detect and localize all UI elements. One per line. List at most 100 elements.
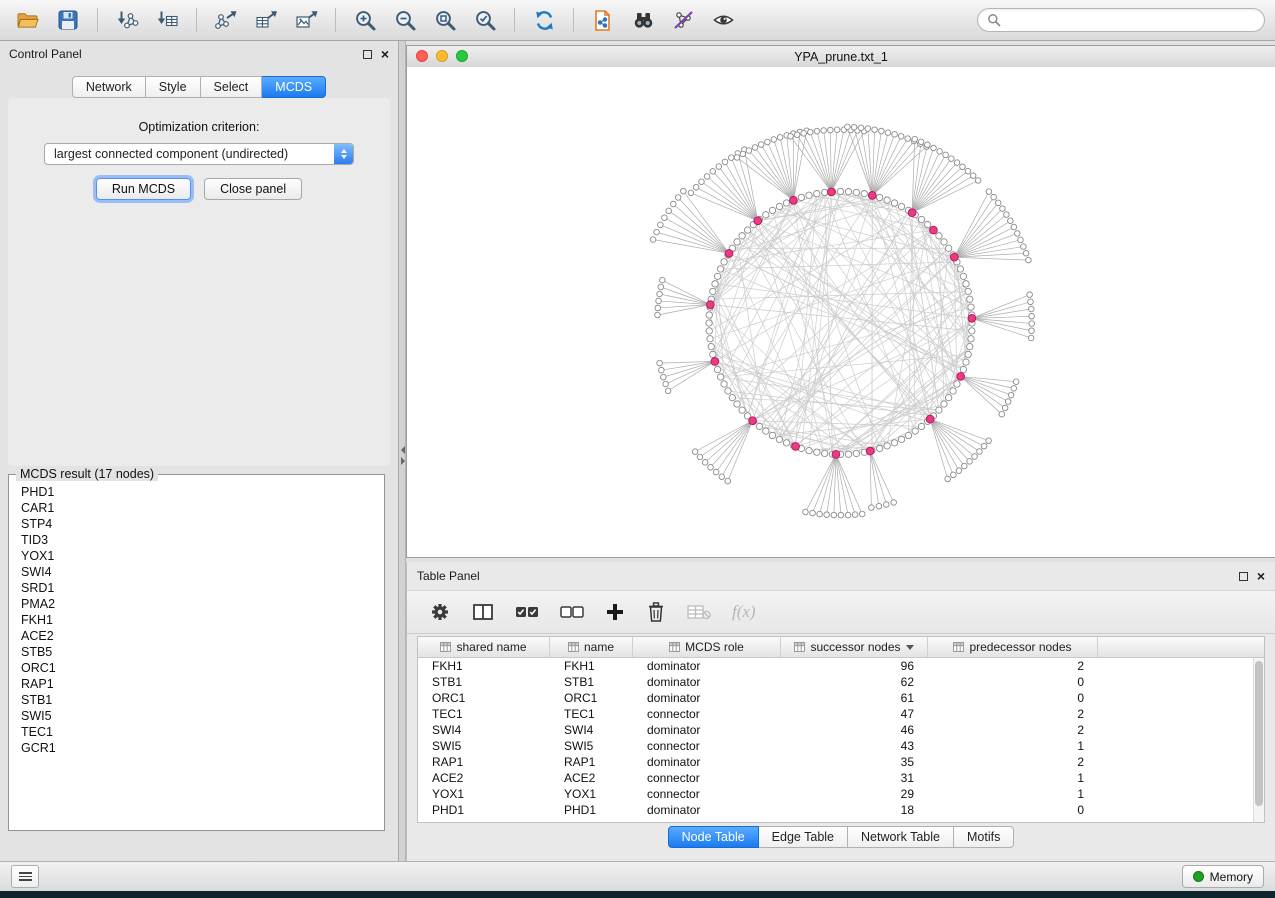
mcds-node-car1[interactable]: CAR1 (21, 500, 383, 516)
open-session-button[interactable] (10, 4, 46, 36)
mcds-node-orc1[interactable]: ORC1 (21, 660, 383, 676)
zoom-in-icon (354, 9, 377, 32)
tab-node-table[interactable]: Node Table (668, 826, 759, 848)
search-icon (987, 13, 1001, 27)
status-menu-button[interactable] (11, 865, 39, 888)
mcds-node-pma2[interactable]: PMA2 (21, 596, 383, 612)
import-network-button[interactable] (109, 4, 145, 36)
cell-successor-nodes: 62 (781, 674, 928, 690)
close-panel-button[interactable]: Close panel (204, 178, 302, 200)
mcds-node-tec1[interactable]: TEC1 (21, 724, 383, 740)
add-column-button[interactable] (605, 597, 625, 627)
column-label: successor nodes (810, 640, 900, 654)
binoculars-button[interactable] (625, 4, 661, 36)
table-row[interactable]: SWI5SWI5connector431 (418, 738, 1264, 754)
show-columns-button[interactable] (472, 597, 494, 627)
close-panel-icon[interactable]: × (381, 47, 389, 61)
export-network-button[interactable] (208, 4, 244, 36)
mcds-node-stb1[interactable]: STB1 (21, 692, 383, 708)
column-header-predecessor-nodes[interactable]: predecessor nodes (928, 637, 1098, 657)
hide-graphics-details-button[interactable] (665, 4, 701, 36)
mcds-node-fkh1[interactable]: FKH1 (21, 612, 383, 628)
import-table-button[interactable] (149, 4, 185, 36)
table-row[interactable]: SWI4SWI4dominator462 (418, 722, 1264, 738)
mcds-node-stp4[interactable]: STP4 (21, 516, 383, 532)
table-row[interactable]: RAP1RAP1dominator352 (418, 754, 1264, 770)
scrollbar-thumb[interactable] (1255, 661, 1263, 806)
cell-shared-name: PHD1 (418, 802, 550, 818)
cell-predecessor-nodes: 0 (928, 802, 1098, 818)
tab-edge-table[interactable]: Edge Table (759, 826, 848, 848)
trash-icon (646, 601, 666, 623)
search-input[interactable] (1007, 12, 1255, 28)
splitter-handle-icon[interactable] (399, 446, 406, 465)
mcds-node-gcr1[interactable]: GCR1 (21, 740, 383, 756)
optimization-criterion-label: Optimization criterion: (8, 120, 390, 134)
table-row[interactable]: FKH1FKH1dominator962 (418, 658, 1264, 674)
mcds-node-tid3[interactable]: TID3 (21, 532, 383, 548)
column-header-shared-name[interactable]: shared name (418, 637, 550, 657)
zoom-selected-button[interactable] (467, 4, 503, 36)
mcds-node-rap1[interactable]: RAP1 (21, 676, 383, 692)
export-image-button[interactable] (288, 4, 324, 36)
table-row[interactable]: ACE2ACE2connector311 (418, 770, 1264, 786)
refresh-button[interactable] (526, 4, 562, 36)
zoom-fit-button[interactable] (427, 4, 463, 36)
sort-direction-icon (906, 645, 914, 650)
delete-column-button[interactable] (646, 597, 666, 627)
float-table-panel-icon[interactable] (1239, 572, 1248, 581)
tab-select[interactable]: Select (201, 76, 263, 98)
network-canvas[interactable] (407, 67, 1275, 557)
save-session-button[interactable] (50, 4, 86, 36)
mcds-node-srd1[interactable]: SRD1 (21, 580, 383, 596)
cell-shared-name: YOX1 (418, 786, 550, 802)
select-stepper-icon[interactable] (334, 144, 353, 164)
table-row[interactable]: STB1STB1dominator620 (418, 674, 1264, 690)
show-graphics-details-button[interactable] (705, 4, 741, 36)
network-window-titlebar[interactable]: YPA_prune.txt_1 (407, 46, 1275, 68)
export-table-button[interactable] (248, 4, 284, 36)
mcds-node-yox1[interactable]: YOX1 (21, 548, 383, 564)
window-close-icon[interactable] (416, 50, 428, 62)
mcds-node-swi5[interactable]: SWI5 (21, 708, 383, 724)
cell-name: YOX1 (550, 786, 633, 802)
tab-network-table[interactable]: Network Table (848, 826, 954, 848)
window-maximize-icon[interactable] (456, 50, 468, 62)
network-window-title: YPA_prune.txt_1 (794, 50, 888, 64)
float-panel-icon[interactable] (363, 50, 372, 59)
zoom-out-button[interactable] (387, 4, 423, 36)
mcds-node-ace2[interactable]: ACE2 (21, 628, 383, 644)
table-row[interactable]: ORC1ORC1dominator610 (418, 690, 1264, 706)
column-header-successor-nodes[interactable]: successor nodes (781, 637, 928, 657)
criterion-select[interactable]: largest connected component (undirected) (44, 143, 354, 165)
run-mcds-button[interactable]: Run MCDS (96, 178, 191, 200)
tab-network[interactable]: Network (72, 76, 146, 98)
select-all-rows-button[interactable] (515, 597, 539, 627)
mcds-node-stb5[interactable]: STB5 (21, 644, 383, 660)
tab-mcds[interactable]: MCDS (262, 76, 326, 98)
table-row[interactable]: PHD1PHD1dominator180 (418, 802, 1264, 818)
unchecked-boxes-icon (560, 603, 584, 621)
table-settings-button[interactable] (429, 597, 451, 627)
tab-style[interactable]: Style (146, 76, 201, 98)
table-scrollbar[interactable] (1253, 658, 1264, 822)
search-field[interactable] (977, 8, 1265, 32)
window-minimize-icon[interactable] (436, 50, 448, 62)
control-panel-tabs: NetworkStyleSelectMCDS (0, 76, 398, 98)
document-share-button[interactable] (585, 4, 621, 36)
table-row[interactable]: YOX1YOX1connector291 (418, 786, 1264, 802)
zoom-in-button[interactable] (347, 4, 383, 36)
table-row[interactable]: TEC1TEC1connector472 (418, 706, 1264, 722)
tab-motifs[interactable]: Motifs (954, 826, 1014, 848)
column-header-name[interactable]: name (550, 637, 633, 657)
delete-table-button[interactable] (687, 597, 711, 627)
panel-splitter[interactable] (399, 41, 406, 861)
function-builder-button[interactable]: f(x) (732, 597, 756, 627)
mcds-node-swi4[interactable]: SWI4 (21, 564, 383, 580)
memory-button[interactable]: Memory (1182, 865, 1264, 888)
close-table-panel-icon[interactable]: × (1257, 569, 1265, 583)
mcds-node-phd1[interactable]: PHD1 (21, 484, 383, 500)
column-header-mcds-role[interactable]: MCDS role (633, 637, 781, 657)
memory-label: Memory (1210, 870, 1253, 884)
deselect-all-rows-button[interactable] (560, 597, 584, 627)
